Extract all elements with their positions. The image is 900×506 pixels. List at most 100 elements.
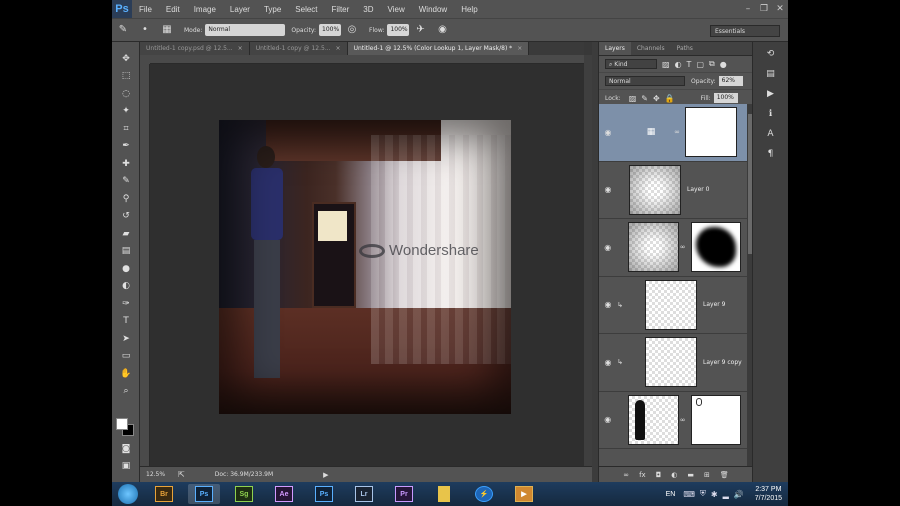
layer-row[interactable]: ◉ ↳ Layer 9 copy [599, 334, 747, 392]
lock-position-icon[interactable]: ✥ [653, 94, 660, 103]
new-adjustment-icon[interactable]: ◐ [671, 471, 677, 479]
actions-panel-icon[interactable]: ▶ [761, 86, 781, 102]
filter-shape-icon[interactable]: ▢ [696, 60, 704, 69]
filter-adjustment-icon[interactable]: ◐ [675, 60, 682, 69]
marquee-tool-icon[interactable]: ⬚ [112, 68, 140, 86]
layer-name[interactable]: Layer 9 copy [703, 359, 742, 366]
lock-transparency-icon[interactable]: ▨ [629, 94, 637, 103]
move-tool-icon[interactable]: ✥ [112, 50, 140, 68]
opacity-field[interactable]: 100% [319, 24, 342, 36]
menu-type[interactable]: Type [257, 5, 288, 14]
zoom-tool-icon[interactable]: ⌕ [112, 383, 140, 401]
tab-channels[interactable]: Channels [631, 42, 671, 55]
taskbar-clock[interactable]: 2:37 PM 7/7/2015 [755, 485, 782, 503]
brush-preset-icon[interactable]: ✎ [116, 23, 130, 37]
pressure-opacity-icon[interactable]: ◎ [345, 23, 359, 37]
document-tab[interactable]: Untitled-1 copy @ 12.5... × [249, 42, 348, 55]
new-group-icon[interactable]: ▬ [687, 471, 694, 479]
taskbar-app-premiere[interactable]: Pr [388, 484, 420, 504]
paragraph-panel-icon[interactable]: ¶ [761, 146, 781, 162]
filter-kind-select[interactable]: ⌕ Kind [605, 59, 657, 69]
layer-name[interactable]: Layer 9 [703, 301, 725, 308]
taskbar-app-photoshop[interactable]: Ps [188, 484, 220, 504]
add-mask-icon[interactable]: ◘ [656, 471, 662, 479]
new-layer-icon[interactable]: ⊞ [704, 471, 710, 479]
path-select-tool-icon[interactable]: ➤ [112, 330, 140, 348]
document-tab[interactable]: Untitled-1 copy.psd @ 12.5... × [140, 42, 250, 55]
healing-brush-tool-icon[interactable]: ✚ [112, 155, 140, 173]
visibility-eye-icon[interactable]: ◉ [601, 415, 615, 424]
trash-icon[interactable]: 🗑 [720, 471, 729, 479]
blur-tool-icon[interactable]: ● [112, 260, 140, 278]
flow-field[interactable]: 100% [387, 24, 410, 36]
gradient-tool-icon[interactable]: ▤ [112, 243, 140, 261]
tray-bluetooth-icon[interactable]: ✱ [711, 490, 718, 499]
history-panel-icon[interactable]: ⟲ [761, 46, 781, 62]
mask-link-icon[interactable]: ∞ [673, 128, 681, 136]
menu-edit[interactable]: Edit [159, 5, 187, 14]
layer-mask-thumbnail[interactable] [690, 394, 741, 445]
tray-shield-icon[interactable]: ⛨ [700, 489, 706, 499]
shape-tool-icon[interactable]: ▭ [112, 348, 140, 366]
foreground-color[interactable] [116, 418, 128, 430]
taskbar-app-launcher[interactable]: ⚡ [468, 484, 500, 504]
type-tool-icon[interactable]: T [112, 313, 140, 331]
visibility-eye-icon[interactable]: ◉ [601, 300, 615, 309]
history-brush-tool-icon[interactable]: ↺ [112, 208, 140, 226]
menu-filter[interactable]: Filter [325, 5, 357, 14]
eyedropper-tool-icon[interactable]: ✒ [112, 138, 140, 156]
fill-field[interactable]: 100% [713, 93, 738, 103]
lock-pixels-icon[interactable]: ✎ [641, 94, 648, 103]
menu-3d[interactable]: 3D [356, 5, 380, 14]
menu-view[interactable]: View [381, 5, 412, 14]
taskbar-app-speedgrade[interactable]: Sg [228, 484, 260, 504]
filter-pixel-icon[interactable]: ▨ [662, 60, 670, 69]
tray-network-icon[interactable]: ▂ [723, 490, 729, 499]
mode-select[interactable]: Normal [205, 24, 286, 36]
menu-file[interactable]: File [132, 5, 159, 14]
visibility-eye-icon[interactable]: ◉ [601, 128, 615, 137]
menu-help[interactable]: Help [454, 5, 484, 14]
menu-layer[interactable]: Layer [223, 5, 257, 14]
document-tab-active[interactable]: Untitled-1 @ 12.5% (Color Lookup 1, Laye… [347, 42, 530, 55]
layer-row-color-lookup[interactable]: ◉ ▦ ∞ [599, 104, 747, 162]
quick-mask-icon[interactable]: ◙ [112, 440, 140, 458]
tray-volume-icon[interactable]: 🔊 [734, 490, 744, 499]
mask-link-icon[interactable]: ∞ [679, 243, 687, 251]
screen-mode-icon[interactable]: ▣ [112, 457, 140, 475]
menu-select[interactable]: Select [288, 5, 324, 14]
taskbar-app-media[interactable]: ▶ [508, 484, 540, 504]
visibility-eye-icon[interactable]: ◉ [601, 243, 615, 252]
hand-tool-icon[interactable]: ✋ [112, 365, 140, 383]
eraser-tool-icon[interactable]: ▰ [112, 225, 140, 243]
taskbar-app-explorer[interactable] [428, 484, 460, 504]
vertical-ruler[interactable] [140, 64, 150, 466]
workspace-select[interactable]: Essentials [710, 25, 780, 37]
visibility-eye-icon[interactable]: ◉ [601, 358, 615, 367]
layer-row[interactable]: ◉ Layer 0 [599, 162, 747, 219]
filter-type-icon[interactable]: T [687, 60, 692, 69]
brush-size-icon[interactable]: • [138, 23, 152, 37]
status-export-icon[interactable]: ⇱ [178, 470, 185, 479]
properties-panel-icon[interactable]: ▤ [761, 66, 781, 82]
taskbar-app-after-effects[interactable]: Ae [268, 484, 300, 504]
layer-name[interactable]: Layer 0 [687, 186, 709, 193]
horizontal-ruler[interactable] [150, 55, 584, 64]
taskbar-app-lightroom[interactable]: Lr [348, 484, 380, 504]
color-swatches[interactable] [116, 418, 136, 438]
taskbar-app-bridge[interactable]: Br [148, 484, 180, 504]
canvas-area[interactable]: Wondershare [150, 64, 584, 466]
tab-close-icon[interactable]: × [336, 45, 341, 52]
mask-link-icon[interactable]: ∞ [679, 416, 687, 424]
windows-start-icon[interactable] [118, 484, 138, 504]
filter-smart-object-icon[interactable]: ⧉ [709, 59, 715, 69]
zoom-level[interactable]: 12.5% [146, 471, 174, 478]
visibility-eye-icon[interactable]: ◉ [601, 185, 615, 194]
menu-image[interactable]: Image [187, 5, 223, 14]
quick-select-tool-icon[interactable]: ✦ [112, 103, 140, 121]
tab-close-icon[interactable]: × [517, 45, 522, 52]
lock-all-icon[interactable]: 🔒 [665, 94, 675, 103]
tab-close-icon[interactable]: × [238, 45, 243, 52]
canvas-scrollbar[interactable] [584, 55, 592, 466]
pen-tool-icon[interactable]: ✑ [112, 295, 140, 313]
